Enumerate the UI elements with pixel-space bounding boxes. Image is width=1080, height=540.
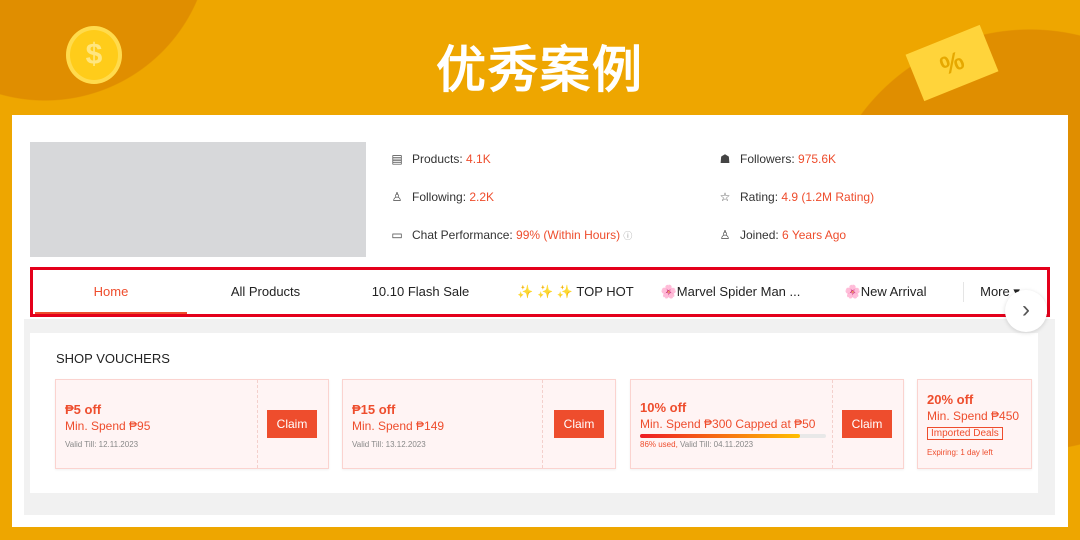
- voucher-valid-date: Valid Till: 04.11.2023: [677, 440, 754, 449]
- stat-value: 2.2K: [469, 190, 495, 204]
- help-icon[interactable]: ⓘ: [623, 231, 632, 241]
- chat-icon: ▭: [391, 228, 403, 242]
- voucher-min-spend: Min. Spend ₱149: [352, 419, 445, 433]
- stat-label: Chat Performance:: [412, 228, 517, 242]
- claim-button[interactable]: Claim: [267, 410, 317, 438]
- claim-button[interactable]: Claim: [842, 410, 892, 438]
- section-title: SHOP VOUCHERS: [56, 351, 170, 366]
- shop-vouchers-section: SHOP VOUCHERS ₱5 off Min. Spend ₱95 Valid …: [30, 333, 1038, 493]
- usage-progress-fill: [640, 434, 800, 438]
- stat-joined: ♙ Joined: 6 Years Ago: [718, 228, 846, 242]
- stat-value: 975.6K: [798, 152, 837, 166]
- voucher-expiry: Expiring: 1 day left: [927, 448, 993, 457]
- star-icon: ☆: [719, 190, 731, 204]
- voucher-card: ₱15 off Min. Spend ₱149 Valid Till: 13.12.…: [342, 379, 616, 469]
- stat-chat-performance: ▭ Chat Performance: 99% (Within Hours) ⓘ: [390, 228, 632, 242]
- next-arrow-button[interactable]: ›: [1005, 290, 1047, 332]
- shop-cover-image: [30, 142, 366, 257]
- voucher-tag: Imported Deals: [927, 427, 1003, 440]
- followers-icon: ☗: [719, 152, 731, 166]
- tab-all-products[interactable]: All Products: [188, 270, 343, 314]
- voucher-valid-date: Valid Till: 12.11.2023: [65, 440, 139, 449]
- usage-text: 86% used,: [640, 440, 678, 449]
- tab-new-arrival[interactable]: 🌸New Arrival: [808, 270, 963, 314]
- voucher-card: ₱5 off Min. Spend ₱95 Valid Till: 12.11.20…: [55, 379, 329, 469]
- divider: [542, 380, 543, 468]
- tab-top-hot[interactable]: ✨ ✨ ✨ TOP HOT: [498, 270, 653, 314]
- claim-button[interactable]: Claim: [554, 410, 604, 438]
- voucher-discount: ₱5 off: [65, 402, 102, 417]
- shop-nav-tabs: Home All Products 10.10 Flash Sale ✨ ✨ ✨…: [30, 267, 1050, 317]
- person-icon: ♙: [391, 190, 403, 204]
- stat-value: 4.9 (1.2M Rating): [781, 190, 875, 204]
- voucher-card: 20% off Min. Spend ₱450 Imported Deals Expi…: [917, 379, 1032, 469]
- divider: [832, 380, 833, 468]
- page-title: 优秀案例: [436, 41, 644, 99]
- voucher-min-spend: Min. Spend ₱95: [65, 419, 151, 433]
- shop-panel: ▤ Products: 4.1K ♙ Following: 2.2K ▭ Chat P…: [12, 115, 1068, 527]
- stat-rating: ☆ Rating: 4.9 (1.2M Rating): [718, 190, 874, 204]
- divider: [963, 282, 964, 302]
- usage-progress-bar: [640, 434, 826, 438]
- stat-label: Followers:: [740, 152, 799, 166]
- voucher-card: 10% off Min. Spend ₱300 Capped at ₱50 86%…: [630, 379, 904, 469]
- stat-value: 99% (Within Hours): [516, 228, 621, 242]
- stat-followers: ☗ Followers: 975.6K: [718, 152, 836, 166]
- stat-label: Rating:: [740, 190, 782, 204]
- tab-flash-sale[interactable]: 10.10 Flash Sale: [343, 270, 498, 314]
- content-background: SHOP VOUCHERS ₱5 off Min. Spend ₱95 Valid …: [24, 319, 1055, 515]
- store-icon: ▤: [391, 152, 403, 166]
- voucher-discount: 10% off: [640, 400, 687, 415]
- voucher-discount: 20% off: [927, 392, 974, 407]
- voucher-min-spend: Min. Spend ₱450: [927, 409, 1020, 423]
- person-icon: ♙: [719, 228, 731, 242]
- tab-marvel-spider-man[interactable]: 🌸Marvel Spider Man ...: [653, 270, 808, 314]
- voucher-min-spend: Min. Spend ₱300 Capped at ₱50: [640, 417, 816, 431]
- stat-products: ▤ Products: 4.1K: [390, 152, 491, 166]
- stat-label: Following:: [412, 190, 470, 204]
- voucher-discount: ₱15 off: [352, 402, 396, 417]
- tab-home[interactable]: Home: [35, 270, 187, 314]
- stat-value: 4.1K: [466, 152, 491, 166]
- stat-value: 6 Years Ago: [782, 228, 847, 242]
- voucher-valid-date: Valid Till: 13.12.2023: [352, 440, 426, 449]
- stat-label: Products:: [412, 152, 467, 166]
- divider: [257, 380, 258, 468]
- stat-label: Joined:: [740, 228, 783, 242]
- stat-following: ♙ Following: 2.2K: [390, 190, 494, 204]
